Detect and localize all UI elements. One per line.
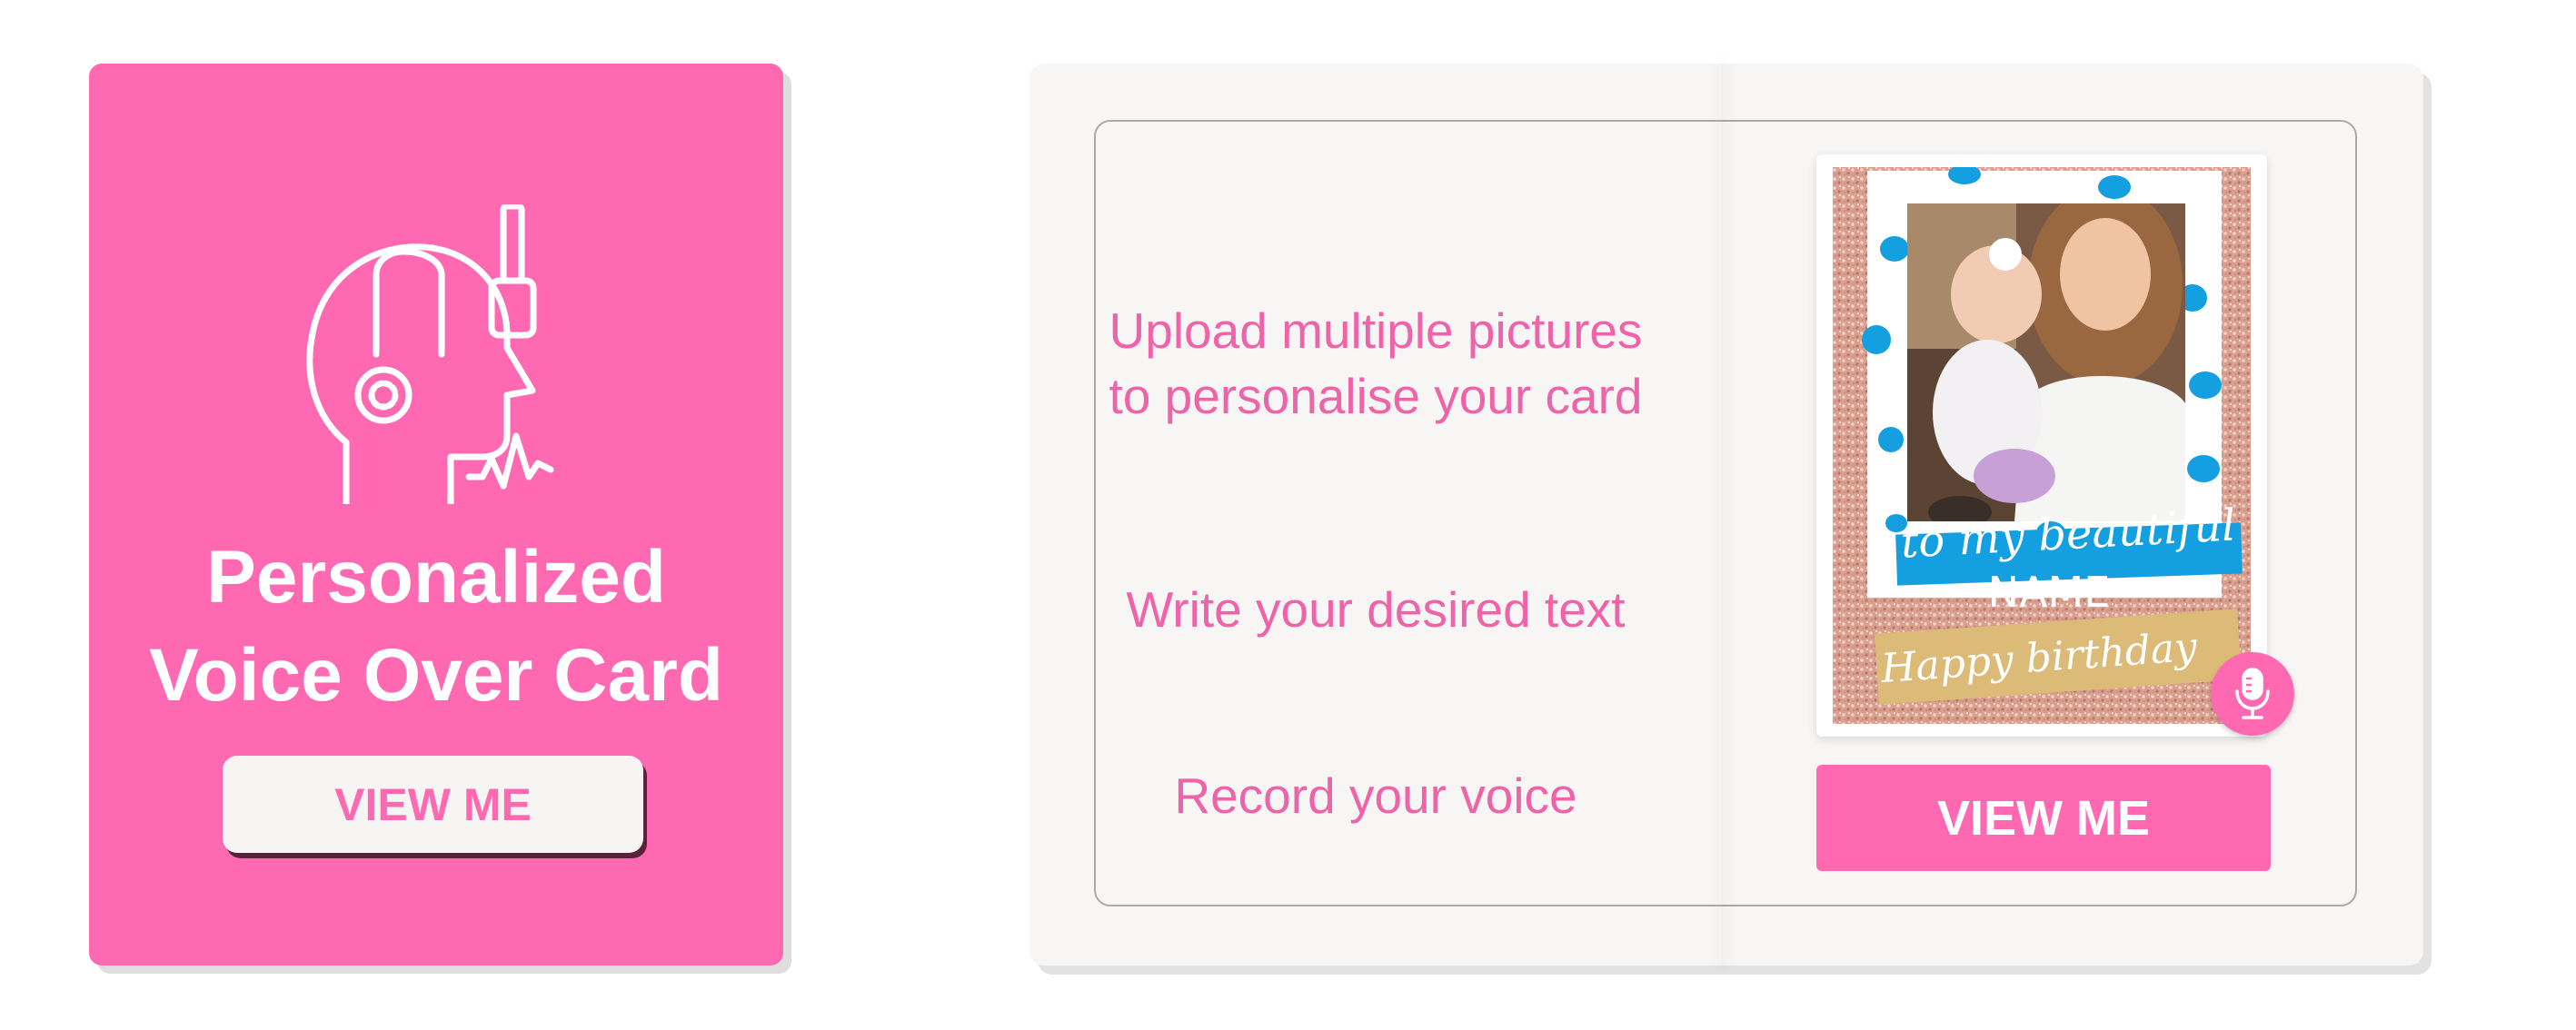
microphone-icon (2235, 668, 2270, 719)
view-me-button[interactable]: VIEW ME (223, 756, 643, 853)
card-title-line1: Personalized (206, 536, 666, 619)
voice-over-card-panel: Personalized Voice Over Card VIEW ME (89, 64, 783, 966)
headset-voice-icon (306, 204, 554, 504)
preview-caption-line2: NAME (1988, 568, 2111, 617)
step-upload-line1: Upload multiple pictures (1109, 302, 1643, 359)
record-voice-button[interactable] (2211, 652, 2294, 736)
step-upload-line2: to personalise your card (1109, 368, 1643, 424)
step-write-text: Write your desired text (1126, 581, 1626, 638)
card-preview[interactable]: to my beautiful NAME Happy birthday (1816, 154, 2267, 737)
card-preview-image: to my beautiful NAME Happy birthday (1833, 167, 2251, 724)
card-title-line2: Voice Over Card (149, 634, 723, 717)
step-record-voice: Record your voice (1174, 768, 1577, 824)
preview-view-me-button[interactable]: VIEW ME (1816, 765, 2271, 871)
